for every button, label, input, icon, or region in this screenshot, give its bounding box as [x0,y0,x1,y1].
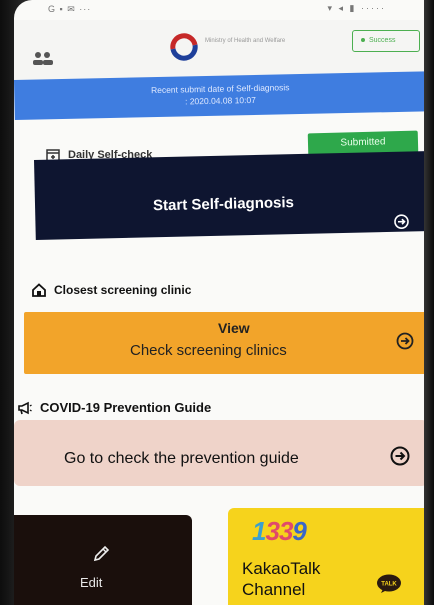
megaphone-icon [18,401,32,414]
prevention-guide-heading: COVID-19 Prevention Guide [18,400,211,415]
digit-4: 9 [292,516,307,546]
logo-text: Ministry of Health and Welfare [205,38,286,44]
status-icons-right: ▾ ◂ ▮ ····· [327,3,386,13]
digit-2: 3 [265,516,280,546]
prevention-guide-link-label: Go to check the prevention guide [64,450,299,467]
hotline-number-logo: 1339 [252,516,307,547]
arrow-right-circle-icon [394,214,409,229]
arrow-right-circle-icon [390,446,410,466]
kakao-label-line-1: KakaoTalk [242,559,321,578]
success-label: Success [369,37,396,44]
last-submission-banner: Recent submit date of Self-diagnosis : 2… [14,71,426,120]
ministry-logo: Ministry of Health and Welfare [169,33,289,61]
talk-bubble-icon: TALK [377,574,401,593]
edit-button[interactable]: Edit [14,515,192,605]
start-self-diagnosis-button[interactable]: Start Self-diagnosis [34,151,426,240]
digit-3: 3 [278,516,294,546]
prevention-guide-label: COVID-19 Prevention Guide [40,400,212,415]
kakaotalk-channel-button[interactable]: 1339 KakaoTalk Channel TALK [228,508,426,605]
arrow-right-circle-icon [396,332,414,350]
kakao-label-line-2: Channel [242,580,306,599]
home-icon [32,283,46,297]
phone-bezel [424,0,434,605]
status-bar: G ▪ ✉ ··· ▾ ◂ ▮ ····· [14,0,426,20]
digit-1: 1 [252,516,267,546]
start-self-diagnosis-label: Start Self-diagnosis [152,194,295,215]
closest-clinic-label: Closest screening clinic [54,283,192,297]
talk-bubble-text: TALK [381,582,397,588]
clinic-view-label: View [218,320,250,336]
logo-icon [170,33,198,61]
app-header: Ministry of Health and Welfare Success [14,20,426,80]
menu-icon[interactable] [32,50,54,68]
pencil-icon [93,545,110,562]
clinic-subtitle: Check screening clinics [130,342,287,359]
status-icons-left: G ▪ ✉ ··· [48,4,92,14]
check-screening-clinics-button[interactable]: View Check screening clinics [24,312,426,374]
status-dot-icon [361,38,365,43]
closest-clinic-heading: Closest screening clinic [32,283,191,297]
kakaotalk-channel-label: KakaoTalk Channel [242,558,320,600]
edit-label: Edit [80,575,103,590]
phone-screen: G ▪ ✉ ··· ▾ ◂ ▮ ····· Ministry of Health… [14,0,426,605]
prevention-guide-button[interactable]: Go to check the prevention guide [14,420,426,486]
success-chip: Success [352,30,420,52]
